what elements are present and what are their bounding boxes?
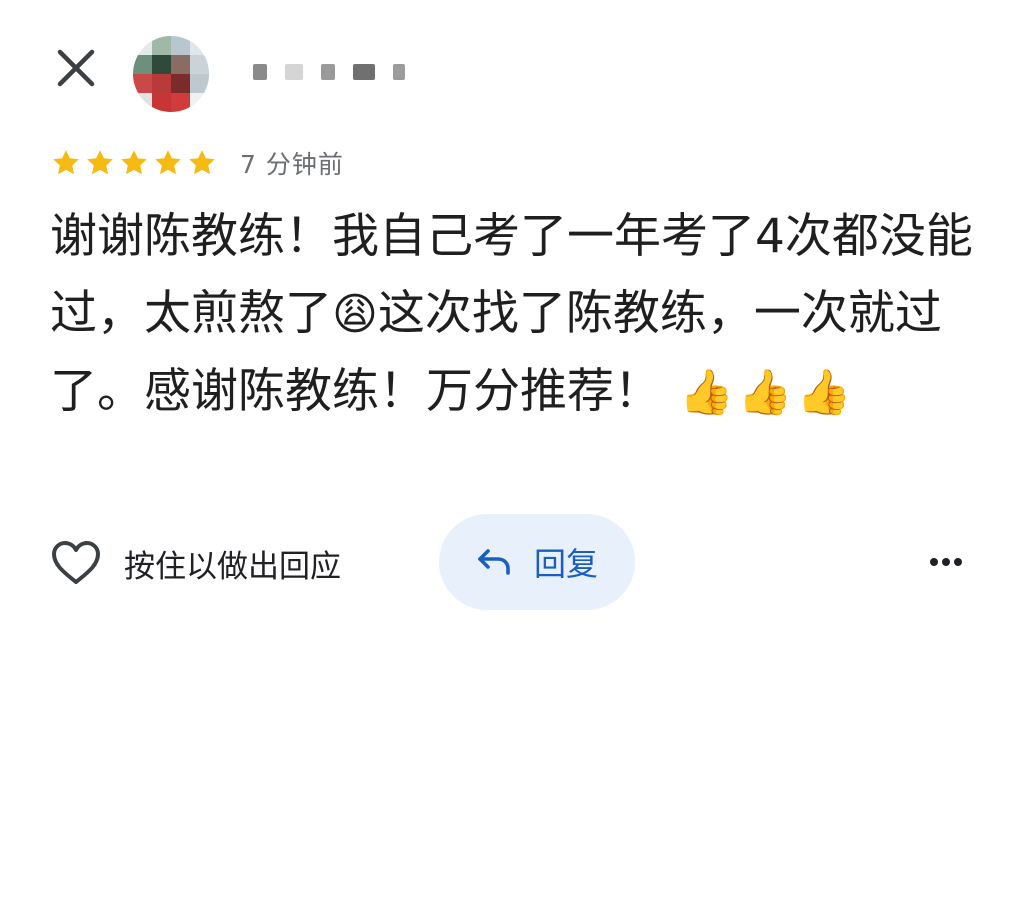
review-actions: 按住以做出回应 回复 [50,514,974,610]
avatar[interactable] [133,36,209,112]
star-icon [87,150,113,175]
close-icon [57,49,95,87]
star-rating [50,147,218,179]
reviewer-name-redacted[interactable] [253,64,405,80]
star-icon [121,150,147,175]
avatar-blurred-image [133,36,209,112]
star-icon [53,150,79,175]
more-options-button[interactable] [926,550,966,574]
more-horizontal-icon [930,558,938,566]
heart-outline-icon [52,541,100,584]
close-button[interactable] [50,42,102,94]
reply-button[interactable]: 回复 [439,514,635,610]
review-detail-sheet: 7 分钟前 谢谢陈教练！我自己考了一年考了4次都没能过，太煎熬了😩这次找了陈教练… [0,0,1024,916]
thumbs-up-emoji: 👍👍👍 [679,367,856,418]
star-icon [189,150,215,175]
more-horizontal-icon-dot [942,558,950,566]
reply-arrow-icon [478,549,510,575]
react-button[interactable]: 按住以做出回应 [50,540,341,586]
react-label: 按住以做出回应 [124,548,341,585]
rating-row: 7 分钟前 [50,146,344,180]
weary-face-emoji: 😩 [332,289,378,340]
review-text: 谢谢陈教练！我自己考了一年考了4次都没能过，太煎熬了😩这次找了陈教练，一次就过了… [50,198,980,431]
more-horizontal-icon-dot [954,558,962,566]
reply-label: 回复 [533,545,598,583]
star-icon [155,150,181,175]
review-time: 7 分钟前 [240,150,344,179]
